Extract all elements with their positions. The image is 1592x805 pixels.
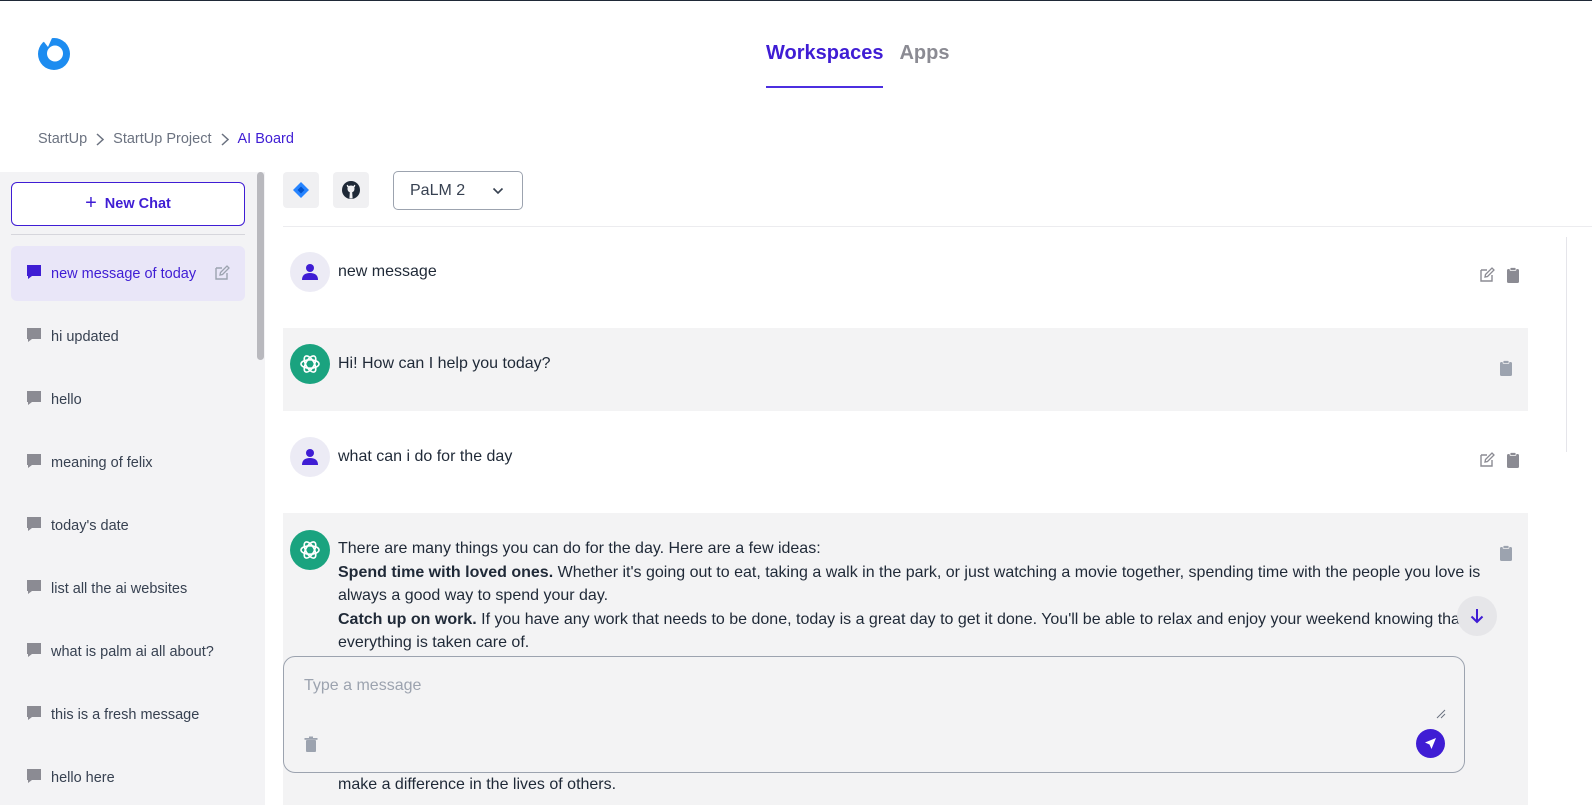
- chat-item-label: hello: [51, 391, 82, 408]
- model-select-value: PaLM 2: [410, 181, 466, 199]
- user-avatar: [290, 437, 330, 477]
- chat-item-label: meaning of felix: [51, 454, 153, 471]
- message-composer: [283, 656, 1465, 773]
- chat-item-label: hi updated: [51, 328, 119, 345]
- message-text: what can i do for the day: [338, 448, 513, 465]
- jira-button[interactable]: [283, 172, 319, 208]
- message-list-item: Catch up on work. If you have any work t…: [338, 608, 1488, 655]
- message-assistant: Hi! How can I help you today?: [283, 328, 1528, 411]
- message-user: what can i do for the day: [283, 411, 1528, 513]
- chat-item[interactable]: hi updated: [11, 309, 245, 364]
- new-chat-button[interactable]: + New Chat: [11, 182, 245, 226]
- openai-icon: [300, 355, 320, 373]
- breadcrumb-startup[interactable]: StartUp: [38, 131, 87, 147]
- resize-handle-icon[interactable]: [1434, 707, 1446, 719]
- arrow-down-icon: [1470, 609, 1484, 624]
- chat-item[interactable]: what is palm ai all about?: [11, 624, 245, 679]
- user-icon: [302, 449, 318, 465]
- chat-item-label: today's date: [51, 517, 129, 534]
- sidebar-scrollbar[interactable]: [257, 172, 264, 360]
- chat-item-label: list all the ai websites: [51, 580, 188, 597]
- item-heading: Spend time with loved ones.: [338, 563, 554, 581]
- edit-icon[interactable]: [1479, 267, 1495, 283]
- scroll-to-bottom-button[interactable]: [1457, 596, 1497, 636]
- chat-bubble-icon: [27, 579, 41, 594]
- trash-icon[interactable]: [303, 736, 319, 752]
- openai-icon: [300, 541, 320, 559]
- message-intro: There are many things you can do for the…: [338, 540, 821, 557]
- message-text-continued: make a difference in the lives of others…: [338, 776, 617, 793]
- model-select[interactable]: PaLM 2: [393, 171, 523, 210]
- new-chat-label: New Chat: [104, 196, 171, 212]
- chat-item[interactable]: hello here: [11, 750, 245, 805]
- breadcrumb: StartUp StartUp Project AI Board: [38, 131, 294, 147]
- divider: [283, 226, 1592, 227]
- chat-bubble-icon: [27, 264, 41, 279]
- item-body: If you have any work that needs to be do…: [338, 610, 1465, 652]
- chat-list: new message of today hi updated hello me…: [11, 246, 245, 805]
- chat-bubble-icon: [27, 642, 41, 657]
- assistant-avatar: [290, 530, 330, 570]
- chat-sidebar: + New Chat new message of today hi updat…: [0, 172, 265, 805]
- github-icon: [342, 181, 360, 199]
- tab-workspaces[interactable]: Workspaces: [766, 40, 884, 88]
- clipboard-icon[interactable]: [1498, 360, 1514, 376]
- github-button[interactable]: [333, 172, 369, 208]
- clipboard-icon[interactable]: [1505, 452, 1521, 468]
- message-list-item: Spend time with loved ones. Whether it's…: [338, 561, 1488, 608]
- edit-icon[interactable]: [1479, 452, 1495, 468]
- chevron-right-icon: [220, 132, 231, 146]
- chat-bubble-icon: [27, 705, 41, 720]
- divider: [11, 234, 245, 235]
- breadcrumb-project[interactable]: StartUp Project: [113, 131, 211, 147]
- top-navigation: Workspaces Apps: [766, 40, 949, 88]
- chat-item[interactable]: this is a fresh message: [11, 687, 245, 742]
- chevron-right-icon: [96, 132, 106, 146]
- chat-item-label: hello here: [51, 769, 115, 786]
- chat-item-label: this is a fresh message: [51, 706, 200, 723]
- jira-icon: [293, 182, 309, 198]
- chat-item[interactable]: list all the ai websites: [11, 561, 245, 616]
- send-icon: [1425, 738, 1436, 749]
- chevron-down-icon: [492, 187, 504, 195]
- send-button[interactable]: [1416, 729, 1445, 758]
- breadcrumb-current[interactable]: AI Board: [238, 131, 294, 147]
- chat-item-label: what is palm ai all about?: [51, 643, 214, 660]
- item-heading: Catch up on work.: [338, 610, 477, 628]
- clipboard-icon[interactable]: [1498, 545, 1514, 561]
- plus-icon: +: [85, 192, 97, 214]
- message-input[interactable]: [294, 667, 1446, 719]
- message-text: Hi! How can I help you today?: [338, 355, 551, 372]
- user-icon: [302, 264, 318, 280]
- message-actions: [1498, 545, 1514, 561]
- chat-bubble-icon: [27, 453, 41, 468]
- user-avatar: [290, 252, 330, 292]
- tab-apps[interactable]: Apps: [899, 40, 949, 88]
- message-actions: [1498, 360, 1514, 376]
- chat-bubble-icon: [27, 768, 41, 783]
- brand-logo-icon[interactable]: [38, 38, 70, 70]
- message-user: new message: [283, 240, 1528, 328]
- message-actions: [1479, 452, 1521, 468]
- chat-item[interactable]: hello: [11, 372, 245, 427]
- assistant-avatar: [290, 344, 330, 384]
- chat-item-label: new message of today: [51, 265, 197, 282]
- message-actions: [1479, 267, 1521, 283]
- divider: [1566, 237, 1567, 452]
- edit-icon[interactable]: [214, 265, 230, 281]
- chat-bubble-icon: [27, 327, 41, 342]
- chat-item[interactable]: meaning of felix: [11, 435, 245, 490]
- chat-item[interactable]: new message of today: [11, 246, 245, 301]
- message-text: new message: [338, 263, 437, 280]
- clipboard-icon[interactable]: [1505, 267, 1521, 283]
- chat-bubble-icon: [27, 390, 41, 405]
- top-border: [0, 0, 1592, 1]
- chat-item[interactable]: today's date: [11, 498, 245, 553]
- message-text: There are many things you can do for the…: [338, 537, 1488, 655]
- chat-bubble-icon: [27, 516, 41, 531]
